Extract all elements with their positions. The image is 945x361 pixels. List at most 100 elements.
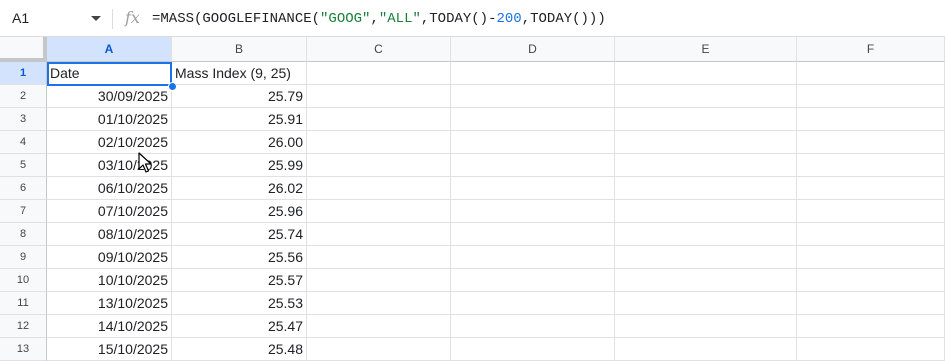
- cell-a1[interactable]: Date: [47, 62, 172, 85]
- cell-b4[interactable]: 26.00: [172, 131, 307, 154]
- cell-a12[interactable]: 14/10/2025: [47, 315, 172, 338]
- cell-c6[interactable]: [307, 177, 451, 200]
- cell-c7[interactable]: [307, 200, 451, 223]
- row-header-4[interactable]: 4: [0, 131, 47, 154]
- cell-f4[interactable]: [797, 131, 945, 154]
- cell-b10[interactable]: 25.57: [172, 269, 307, 292]
- cell-c11[interactable]: [307, 292, 451, 315]
- chevron-down-icon[interactable]: [91, 16, 101, 21]
- cell-e3[interactable]: [615, 108, 797, 131]
- column-header-b[interactable]: B: [172, 37, 307, 62]
- cell-d3[interactable]: [451, 108, 615, 131]
- cell-b7[interactable]: 25.96: [172, 200, 307, 223]
- cell-d1[interactable]: [451, 62, 615, 85]
- cell-d8[interactable]: [451, 223, 615, 246]
- cell-f7[interactable]: [797, 200, 945, 223]
- cell-e7[interactable]: [615, 200, 797, 223]
- formula-number: 200: [496, 11, 522, 27]
- mouse-pointer-icon: [138, 152, 152, 173]
- cell-e11[interactable]: [615, 292, 797, 315]
- cell-f11[interactable]: [797, 292, 945, 315]
- row-header-8[interactable]: 8: [0, 223, 47, 246]
- cell-f6[interactable]: [797, 177, 945, 200]
- cell-b11[interactable]: 25.53: [172, 292, 307, 315]
- cell-c4[interactable]: [307, 131, 451, 154]
- row-header-7[interactable]: 7: [0, 200, 47, 223]
- cell-e12[interactable]: [615, 315, 797, 338]
- cell-c3[interactable]: [307, 108, 451, 131]
- cell-c8[interactable]: [307, 223, 451, 246]
- row-header-6[interactable]: 6: [0, 177, 47, 200]
- name-box[interactable]: A1: [0, 0, 110, 37]
- formula-input[interactable]: =MASS(GOOGLEFINANCE("GOOG","ALL",TODAY()…: [152, 11, 606, 27]
- cell-f3[interactable]: [797, 108, 945, 131]
- row-header-10[interactable]: 10: [0, 269, 47, 292]
- divider: [112, 9, 113, 29]
- cell-e2[interactable]: [615, 85, 797, 108]
- cell-f5[interactable]: [797, 154, 945, 177]
- row-header-11[interactable]: 11: [0, 292, 47, 315]
- cell-b12[interactable]: 25.47: [172, 315, 307, 338]
- column-header-a[interactable]: A: [47, 37, 172, 62]
- cell-f9[interactable]: [797, 246, 945, 269]
- formula-end: ,TODAY())): [521, 11, 606, 27]
- cell-a8[interactable]: 08/10/2025: [47, 223, 172, 246]
- row-header-12[interactable]: 12: [0, 315, 47, 338]
- cell-b5[interactable]: 25.99: [172, 154, 307, 177]
- cell-f8[interactable]: [797, 223, 945, 246]
- column-header-e[interactable]: E: [615, 37, 797, 62]
- cell-c9[interactable]: [307, 246, 451, 269]
- row-header-3[interactable]: 3: [0, 108, 47, 131]
- cell-f12[interactable]: [797, 315, 945, 338]
- cell-f1[interactable]: [797, 62, 945, 85]
- select-all-corner[interactable]: [0, 37, 47, 62]
- cell-c1[interactable]: [307, 62, 451, 85]
- cell-e5[interactable]: [615, 154, 797, 177]
- cell-e9[interactable]: [615, 246, 797, 269]
- cell-b9[interactable]: 25.56: [172, 246, 307, 269]
- cell-reference[interactable]: A1: [12, 10, 29, 26]
- cell-a3[interactable]: 01/10/2025: [47, 108, 172, 131]
- cell-c10[interactable]: [307, 269, 451, 292]
- formula-arg-attribute: "ALL": [378, 11, 421, 27]
- cell-d12[interactable]: [451, 315, 615, 338]
- cell-d11[interactable]: [451, 292, 615, 315]
- cell-a2[interactable]: 30/09/2025: [47, 85, 172, 108]
- cell-b3[interactable]: 25.91: [172, 108, 307, 131]
- cell-d5[interactable]: [451, 154, 615, 177]
- cell-e10[interactable]: [615, 269, 797, 292]
- cell-d2[interactable]: [451, 85, 615, 108]
- cell-a4[interactable]: 02/10/2025: [47, 131, 172, 154]
- cell-a7[interactable]: 07/10/2025: [47, 200, 172, 223]
- row-header-5[interactable]: 5: [0, 154, 47, 177]
- cell-d9[interactable]: [451, 246, 615, 269]
- cell-a9[interactable]: 09/10/2025: [47, 246, 172, 269]
- cell-a11[interactable]: 13/10/2025: [47, 292, 172, 315]
- fill-handle[interactable]: [168, 82, 177, 91]
- cell-d4[interactable]: [451, 131, 615, 154]
- column-header-f[interactable]: F: [797, 37, 945, 62]
- cell-c5[interactable]: [307, 154, 451, 177]
- cell-d6[interactable]: [451, 177, 615, 200]
- cell-f10[interactable]: [797, 269, 945, 292]
- row-header-1[interactable]: 1: [0, 62, 47, 85]
- column-header-d[interactable]: D: [451, 37, 615, 62]
- cell-b1[interactable]: Mass Index (9, 25): [172, 62, 307, 85]
- cell-d7[interactable]: [451, 200, 615, 223]
- cell-a6[interactable]: 06/10/2025: [47, 177, 172, 200]
- cell-b6[interactable]: 26.02: [172, 177, 307, 200]
- cell-f2[interactable]: [797, 85, 945, 108]
- cell-e6[interactable]: [615, 177, 797, 200]
- cell-e1[interactable]: [615, 62, 797, 85]
- cell-c2[interactable]: [307, 85, 451, 108]
- cell-b8[interactable]: 25.74: [172, 223, 307, 246]
- cell-a10[interactable]: 10/10/2025: [47, 269, 172, 292]
- row-header-2[interactable]: 2: [0, 85, 47, 108]
- cell-c12[interactable]: [307, 315, 451, 338]
- cell-d10[interactable]: [451, 269, 615, 292]
- cell-b2[interactable]: 25.79: [172, 85, 307, 108]
- row-header-9[interactable]: 9: [0, 246, 47, 269]
- cell-e8[interactable]: [615, 223, 797, 246]
- column-header-c[interactable]: C: [307, 37, 451, 62]
- cell-e4[interactable]: [615, 131, 797, 154]
